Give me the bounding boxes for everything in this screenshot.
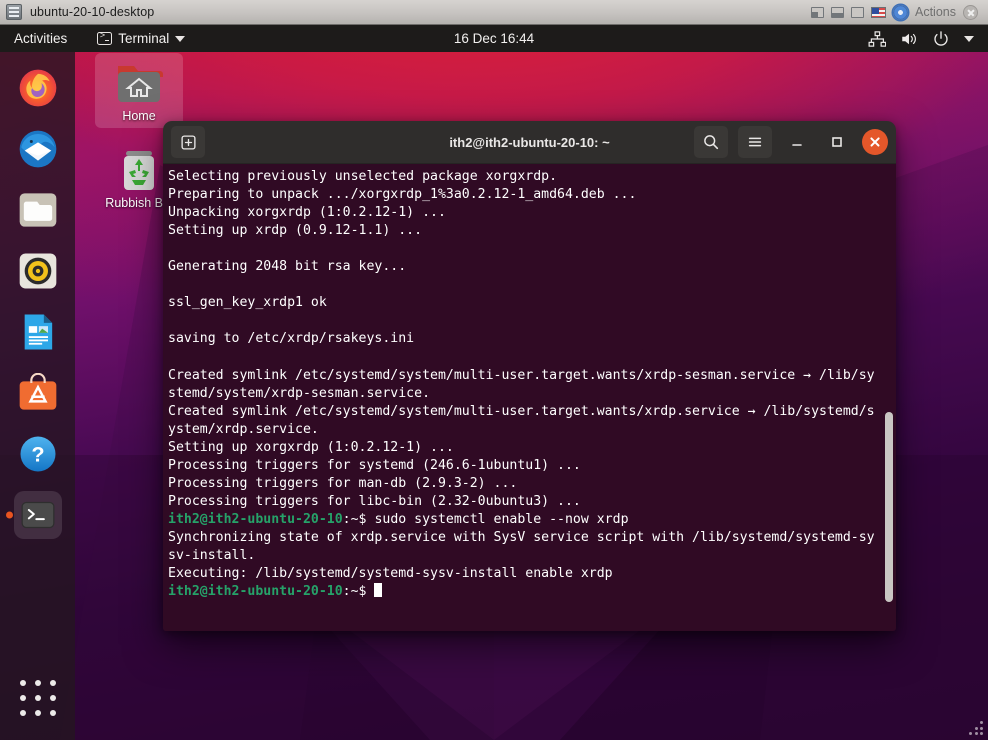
settings-gear-icon[interactable] xyxy=(893,4,908,20)
dock-item-files[interactable] xyxy=(14,186,62,234)
ubuntu-dock: ? xyxy=(0,52,75,740)
maximize-icon xyxy=(832,137,842,147)
libreoffice-writer-icon xyxy=(24,314,52,350)
app-menu-terminal[interactable]: Terminal xyxy=(97,31,186,46)
vm-titlebar-controls: Actions xyxy=(811,4,982,20)
dock-item-terminal[interactable] xyxy=(13,491,62,539)
terminal-output: Selecting previously unselected package … xyxy=(168,168,896,601)
show-applications-button[interactable] xyxy=(18,678,58,718)
dock-item-help[interactable]: ? xyxy=(14,430,62,478)
vm-actions-label[interactable]: Actions xyxy=(915,5,956,19)
terminal-window-controls xyxy=(694,126,888,158)
terminal-prompt-user: ith2@ith2-ubuntu-20-10 xyxy=(168,511,343,527)
system-tray[interactable] xyxy=(868,30,988,48)
terminal-prompt-user: ith2@ith2-ubuntu-20-10 xyxy=(168,584,343,600)
ubuntu-software-icon xyxy=(19,373,56,410)
gnome-topbar: Activities Terminal 16 Dec 16:44 xyxy=(0,25,988,52)
ubuntu-desktop: Activities Terminal 16 Dec 16:44 xyxy=(0,25,988,740)
terminal-line: Processing triggers for systemd (246.6-1… xyxy=(168,457,581,473)
hamburger-menu-icon xyxy=(748,137,762,147)
terminal-line: Created symlink /etc/systemd/system/mult… xyxy=(168,403,875,437)
terminal-line: Selecting previously unselected package … xyxy=(168,169,558,184)
dock-item-rhythmbox[interactable] xyxy=(14,247,62,295)
terminal-line: Unpacking xorgxrdp (1:0.2.12-1) ... xyxy=(168,205,446,221)
new-tab-button[interactable] xyxy=(171,126,205,158)
terminal-scrollbar[interactable] xyxy=(885,412,893,602)
minimize-restore-icon[interactable] xyxy=(811,6,824,18)
rhythmbox-icon xyxy=(19,253,56,289)
new-tab-icon xyxy=(180,134,196,150)
desktop-icon-home[interactable]: Home xyxy=(95,53,183,128)
terminal-cursor xyxy=(374,583,383,598)
svg-text:?: ? xyxy=(31,442,44,467)
terminal-body[interactable]: Selecting previously unselected package … xyxy=(163,164,896,631)
search-button[interactable] xyxy=(694,126,728,158)
terminal-window: ith2@ith2-ubuntu-20-10: ~ Selecting prev… xyxy=(163,121,896,631)
chevron-down-icon xyxy=(964,35,974,42)
terminal-icon xyxy=(97,31,113,45)
terminal-line: Setting up xrdp (0.9.12-1.1) ... xyxy=(168,223,423,239)
firefox-icon xyxy=(19,69,56,107)
terminal-line: Setting up xorgxrdp (1:0.2.12-1) ... xyxy=(168,439,454,455)
resize-grip[interactable] xyxy=(969,721,985,737)
terminal-line: Processing triggers for man-db (2.9.3-2)… xyxy=(168,475,518,491)
terminal-line: Executing: /lib/systemd/systemd-sysv-ins… xyxy=(168,566,613,582)
power-icon xyxy=(934,30,948,46)
half-screen-icon[interactable] xyxy=(831,6,844,18)
activities-button[interactable]: Activities xyxy=(0,25,79,52)
network-icon xyxy=(868,30,886,47)
terminal-command: sudo systemctl enable --now xrdp xyxy=(374,511,629,527)
keyboard-flag-icon[interactable] xyxy=(871,6,886,18)
help-icon: ? xyxy=(20,436,55,472)
terminal-prompt-path: :~$ xyxy=(342,511,375,527)
thunderbird-icon xyxy=(19,130,56,168)
terminal-line: Synchronizing state of xrdp.service with… xyxy=(168,529,875,563)
minimize-button[interactable] xyxy=(782,127,812,157)
terminal-line: Processing triggers for libc-bin (2.32-0… xyxy=(168,493,581,509)
terminal-line: ith2@ith2-ubuntu-20-10:~$ xyxy=(168,583,882,601)
terminal-line: ssl_gen_key_xrdp1 ok xyxy=(168,295,327,311)
full-screen-icon[interactable] xyxy=(851,6,864,18)
dock-item-ubuntu-software[interactable] xyxy=(14,369,62,417)
vm-window-title: ubuntu-20-10-desktop xyxy=(30,5,155,19)
terminal-line: saving to /etc/xrdp/rsakeys.ini xyxy=(168,331,415,347)
search-icon xyxy=(704,135,719,150)
terminal-line: Created symlink /etc/systemd/system/mult… xyxy=(168,367,875,401)
dock-item-firefox[interactable] xyxy=(14,64,62,112)
close-icon[interactable] xyxy=(963,4,978,20)
vm-titlebar: ubuntu-20-10-desktop Actions xyxy=(0,0,988,25)
close-button[interactable] xyxy=(862,129,888,155)
files-icon xyxy=(19,193,56,227)
vm-screen-icon xyxy=(6,4,22,20)
chevron-down-icon xyxy=(175,35,186,42)
terminal-icon xyxy=(21,501,54,529)
minimize-icon xyxy=(792,144,802,146)
terminal-prompt-path: :~$ xyxy=(342,584,375,600)
menu-button[interactable] xyxy=(738,126,772,158)
terminal-line: ith2@ith2-ubuntu-20-10:~$ sudo systemctl… xyxy=(168,511,882,529)
app-menu-label: Terminal xyxy=(118,31,170,46)
terminal-line: Preparing to unpack .../xorgxrdp_1%3a0.2… xyxy=(168,187,637,203)
volume-icon xyxy=(902,33,916,44)
rubbish-bin-icon xyxy=(113,146,165,194)
dock-item-thunderbird[interactable] xyxy=(14,125,62,173)
virtual-machine-window: ubuntu-20-10-desktop Actions Activities xyxy=(0,0,988,740)
home-folder-icon xyxy=(113,59,165,107)
dock-item-libreoffice-writer[interactable] xyxy=(14,308,62,356)
maximize-button[interactable] xyxy=(822,127,852,157)
terminal-line: Generating 2048 bit rsa key... xyxy=(168,259,407,275)
terminal-titlebar[interactable]: ith2@ith2-ubuntu-20-10: ~ xyxy=(163,121,896,164)
